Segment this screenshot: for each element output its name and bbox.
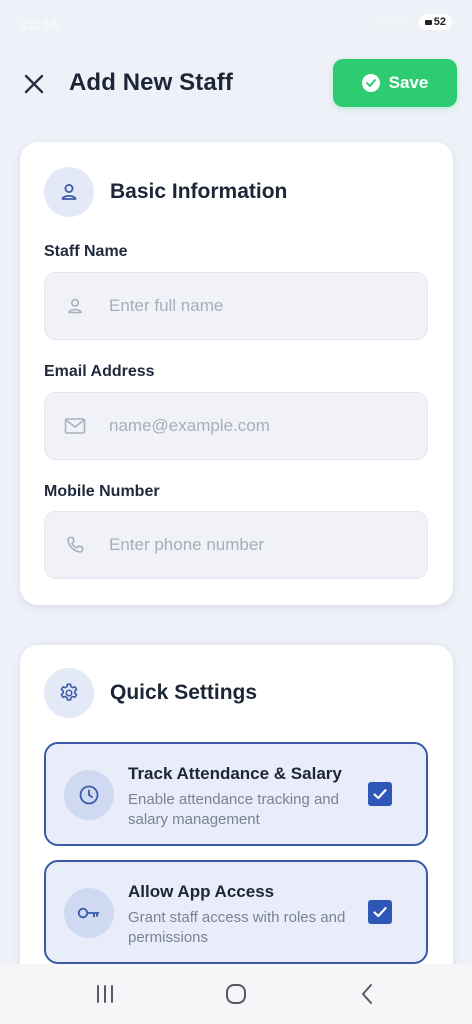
person-icon [44,167,94,217]
status-bar: 22:16 Vo LTE 52 [0,0,472,48]
section-title: Quick Settings [110,681,258,704]
basic-information-header: Basic Information [44,167,287,217]
gear-icon [44,668,94,718]
close-icon [24,74,44,94]
basic-information-card: Basic Information Staff Name Email Addre… [20,142,453,605]
status-indicators: Vo LTE 52 [372,14,452,30]
page-title: Add New Staff [69,69,233,96]
recent-apps-icon [97,985,114,1003]
email-input[interactable] [105,416,405,436]
signal-indicator: Vo LTE [372,15,411,29]
staff-name-field[interactable] [44,272,428,340]
close-button[interactable] [18,68,50,100]
staff-name-input[interactable] [105,296,405,316]
back-icon [361,984,372,1004]
save-button[interactable]: Save [333,59,457,107]
allow-app-access-option[interactable]: Allow App Access Grant staff access with… [44,860,428,964]
recent-apps-button[interactable] [75,972,135,1016]
battery-level: 52 [433,16,446,28]
staff-name-label: Staff Name [44,243,128,260]
option-description: Enable attendance tracking and salary ma… [128,791,339,828]
section-title: Basic Information [110,180,288,203]
track-attendance-checkbox[interactable] [368,782,392,806]
add-staff-screen: 22:16 Vo LTE 52 Add New Staff Save Basic… [0,0,472,1024]
system-navigation-bar [0,964,472,1024]
allow-app-access-checkbox[interactable] [368,900,392,924]
check-circle-icon [361,74,380,92]
home-button[interactable] [206,972,266,1016]
user-icon [45,296,105,316]
battery-icon [424,19,432,25]
quick-settings-header: Quick Settings [44,668,257,718]
option-description: Grant staff access with roles and permis… [128,909,346,946]
checkmark-icon [373,907,387,918]
track-attendance-option[interactable]: Track Attendance & Salary Enable attenda… [44,742,428,846]
email-address-label: Email Address [44,363,155,380]
back-button[interactable] [337,972,397,1016]
phone-icon [45,535,105,555]
save-label: Save [388,73,429,92]
option-title: Track Attendance & Salary [128,764,342,783]
mail-icon [45,417,105,435]
status-time: 22:16 [20,16,59,33]
mobile-number-field[interactable] [44,511,428,579]
clock-icon [64,770,114,820]
battery-indicator: 52 [418,14,452,30]
checkmark-icon [373,789,387,800]
mobile-number-input[interactable] [105,535,405,555]
mobile-number-label: Mobile Number [44,483,160,500]
home-icon [225,984,246,1004]
email-field[interactable] [44,392,428,460]
option-title: Allow App Access [128,882,275,901]
key-icon [64,888,114,938]
app-header: Add New Staff Save [0,48,472,120]
